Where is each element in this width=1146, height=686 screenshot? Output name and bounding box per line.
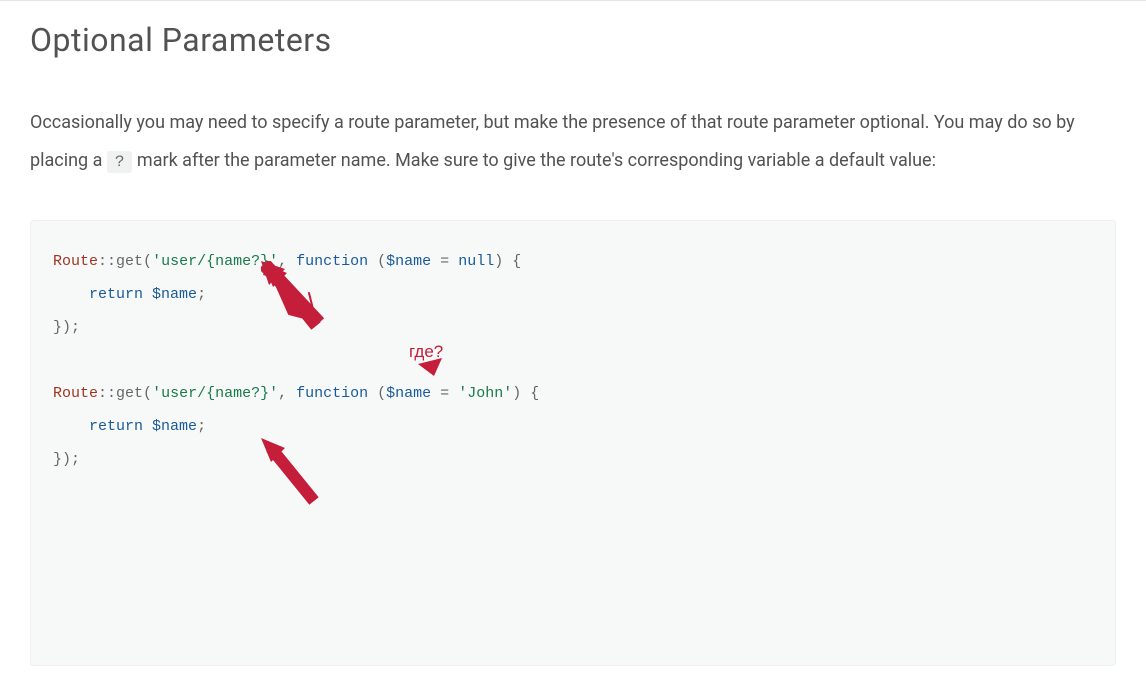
code-token: { — [521, 385, 539, 402]
code-token: $name — [152, 418, 197, 435]
code-token — [53, 286, 89, 303]
code-token — [143, 286, 152, 303]
code-token: get — [116, 385, 143, 402]
code-token: 'user/{name?}' — [152, 385, 278, 402]
annotation-arrow-icon-2 — [259, 436, 329, 516]
code-token: ) — [512, 385, 521, 402]
code-token: $name — [386, 253, 431, 270]
code-token: ; — [197, 286, 206, 303]
code-block: Route::get('user/{name?}', function ($na… — [30, 220, 1116, 666]
code-token: 'user/{name?}' — [152, 253, 278, 270]
code-token: 'John' — [458, 385, 512, 402]
code-token: function — [296, 253, 368, 270]
code-token: $name — [386, 385, 431, 402]
code-token: :: — [98, 253, 116, 270]
annotation-small-arrow-icon — [416, 356, 444, 378]
code-token: ; — [197, 418, 206, 435]
code-token — [368, 253, 377, 270]
code-token: :: — [98, 385, 116, 402]
annotation-arrow-icon — [261, 261, 331, 336]
code-token: return — [89, 286, 143, 303]
code-token: }); — [53, 319, 80, 336]
inline-code-question-mark: ? — [107, 151, 133, 173]
desc-part2: mark after the parameter name. Make sure… — [132, 150, 936, 171]
code-token: , — [278, 253, 296, 270]
code-token: get — [116, 253, 143, 270]
code-token: = — [431, 253, 458, 270]
section-heading: Optional Parameters — [30, 21, 1116, 59]
code-token: , — [278, 385, 296, 402]
code-token: ( — [143, 385, 152, 402]
code-token: Route — [53, 385, 98, 402]
annotation-text: где? — [409, 333, 443, 370]
code-token — [143, 418, 152, 435]
code-token: null — [458, 253, 494, 270]
code-token: ( — [377, 253, 386, 270]
description-paragraph: Occasionally you may need to specify a r… — [30, 104, 1116, 180]
code-token: function — [296, 385, 368, 402]
annotation-arrow-icon-1 — [261, 261, 331, 341]
code-token — [53, 418, 89, 435]
code-token: }); — [53, 451, 80, 468]
code-token: return — [89, 418, 143, 435]
code-blank-line — [53, 352, 62, 369]
code-token: { — [503, 253, 521, 270]
code-token: ( — [377, 385, 386, 402]
code-token: $name — [152, 286, 197, 303]
code-token: ( — [143, 253, 152, 270]
code-token — [368, 385, 377, 402]
code-token: ) — [494, 253, 503, 270]
code-token: = — [431, 385, 458, 402]
code-token: Route — [53, 253, 98, 270]
